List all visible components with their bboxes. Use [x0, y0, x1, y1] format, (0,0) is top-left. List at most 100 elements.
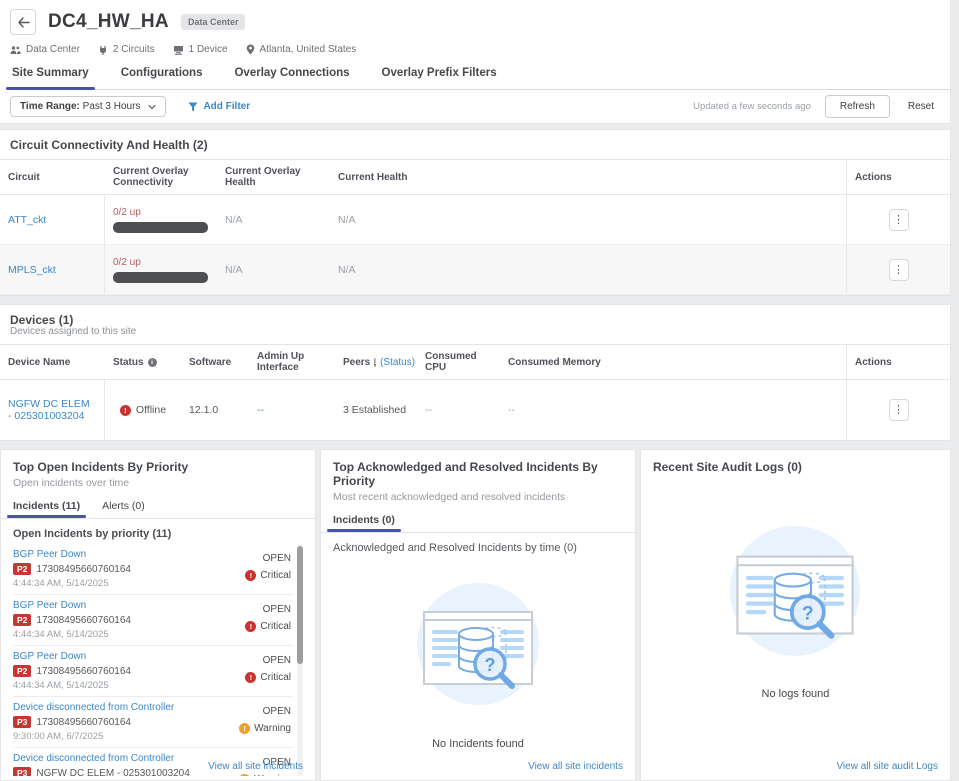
circuit-link[interactable]: MPLS_ckt	[8, 264, 96, 276]
severity-dot-icon: !	[245, 672, 256, 683]
info-icon[interactable]: i	[374, 358, 376, 367]
svg-text:?: ?	[802, 604, 814, 625]
resolved-list-title: Acknowledged and Resolved Incidents by t…	[333, 542, 623, 554]
incident-title-link[interactable]: BGP Peer Down	[13, 651, 131, 662]
device-icon	[173, 45, 184, 55]
priority-badge: P2	[13, 614, 31, 626]
circuits-table-header: Circuit Current Overlay Connectivity Cur…	[0, 159, 950, 195]
svg-text:?: ?	[484, 655, 495, 675]
refresh-button[interactable]: Refresh	[825, 95, 890, 118]
peers-status-link[interactable]: (Status)	[380, 357, 415, 368]
device-software: 12.1.0	[181, 380, 249, 440]
meta-location: Atlanta, United States	[246, 44, 357, 55]
incident-list-item: BGP Peer Down P2 17308495660760164 4:44:…	[13, 646, 293, 697]
tab-configurations[interactable]: Configurations	[119, 67, 205, 89]
device-link[interactable]: NGFW DC ELEM - 025301003204	[8, 398, 96, 422]
incident-title-link[interactable]: Device disconnected from Controller	[13, 753, 190, 764]
severity-dot-icon: !	[245, 570, 256, 581]
circuit-link[interactable]: ATT_ckt	[8, 214, 96, 226]
tab-overlay-connections[interactable]: Overlay Connections	[232, 67, 351, 89]
filter-toolbar: Time Range: Past 3 Hours Add Filter Upda…	[0, 90, 951, 124]
admin-up-interface-value[interactable]: --	[257, 404, 327, 416]
empty-state-text: No Incidents found	[432, 738, 524, 750]
priority-badge: P2	[13, 665, 31, 677]
updated-status-text: Updated a few seconds ago	[693, 101, 811, 112]
incident-state: OPEN	[219, 655, 291, 666]
severity-dot-icon: !	[239, 774, 250, 776]
device-status: Offline	[136, 404, 166, 416]
tab-incidents[interactable]: Incidents (11)	[13, 500, 80, 518]
priority-badge: P3	[13, 767, 31, 776]
meta-circuits: 2 Circuits	[98, 44, 155, 55]
connectivity-bar	[113, 272, 208, 283]
incident-state: OPEN	[219, 553, 291, 564]
incident-severity: ! Warning	[219, 723, 291, 734]
devices-section: Devices (1) Devices assigned to this sit…	[0, 304, 951, 441]
panel-subtitle: Most recent acknowledged and resolved in…	[333, 491, 623, 503]
tab-overlay-prefix-filters[interactable]: Overlay Prefix Filters	[380, 67, 499, 89]
empty-state-text: No logs found	[762, 688, 830, 700]
incident-severity: ! Critical	[219, 672, 291, 683]
table-row-circuit-mpls: MPLS_ckt 0/2 up N/A N/A ⋮	[0, 245, 950, 295]
device-memory: --	[500, 380, 846, 440]
incident-id: 17308495660760164	[36, 564, 131, 575]
empty-state-illustration: ?	[398, 572, 558, 722]
offline-status-icon: !	[120, 405, 131, 416]
row-actions-kebab-button[interactable]: ⋮	[889, 209, 909, 231]
location-pin-icon	[246, 44, 255, 55]
devices-table-header: Device Name Statusi Software Admin Up In…	[0, 344, 950, 380]
incident-timestamp: 4:44:34 AM, 5/14/2025	[13, 578, 131, 589]
priority-badge: P3	[13, 716, 31, 728]
panel-title: Top Acknowledged and Resolved Incidents …	[333, 460, 623, 488]
back-button[interactable]	[10, 9, 36, 35]
view-all-incidents-link[interactable]: View all site incidents	[208, 761, 303, 772]
circuits-section-title: Circuit Connectivity And Health (2)	[0, 130, 950, 159]
incident-list-title: Open Incidents by priority (11)	[13, 528, 303, 540]
add-filter-button[interactable]: Add Filter	[188, 101, 250, 112]
incident-title-link[interactable]: BGP Peer Down	[13, 600, 131, 611]
incident-timestamp: 4:44:34 AM, 5/14/2025	[13, 680, 131, 691]
incidents-alerts-tabs: Incidents (11) Alerts (0)	[13, 500, 303, 518]
severity-dot-icon: !	[239, 723, 250, 734]
tab-alerts[interactable]: Alerts (0)	[102, 500, 145, 518]
row-actions-kebab-button[interactable]: ⋮	[889, 259, 909, 281]
tab-site-summary[interactable]: Site Summary	[10, 67, 91, 89]
reset-button[interactable]: Reset	[904, 96, 938, 117]
circuits-icon	[98, 45, 108, 55]
table-row-circuit-att: ATT_ckt 0/2 up N/A N/A ⋮	[0, 195, 950, 245]
meta-site-type: Data Center	[10, 44, 80, 55]
table-row-device: NGFW DC ELEM - 025301003204 ! Offline 12.…	[0, 380, 950, 440]
priority-badge: P2	[13, 563, 31, 575]
audit-logs-panel: Recent Site Audit Logs (0)	[640, 449, 951, 781]
incidents-tabs: Incidents (0)	[333, 514, 623, 532]
time-range-dropdown[interactable]: Time Range: Past 3 Hours	[10, 96, 166, 117]
incident-title-link[interactable]: BGP Peer Down	[13, 549, 131, 560]
view-all-audit-logs-link[interactable]: View all site audit Logs	[836, 761, 938, 772]
open-incidents-panel: Top Open Incidents By Priority Open inci…	[0, 449, 316, 781]
resolved-incidents-panel: Top Acknowledged and Resolved Incidents …	[320, 449, 636, 781]
connectivity-value: 0/2 up	[113, 257, 209, 268]
incident-id: 17308495660760164	[36, 666, 131, 677]
row-actions-kebab-button[interactable]: ⋮	[889, 399, 909, 421]
scrollbar-track[interactable]	[297, 544, 303, 776]
connectivity-bar	[113, 222, 208, 233]
empty-state-illustration: ?	[709, 514, 881, 674]
panel-title: Top Open Incidents By Priority	[13, 460, 303, 474]
incident-list-item: Device disconnected from Controller P3 1…	[13, 697, 293, 748]
info-icon[interactable]: i	[148, 358, 157, 367]
site-type-badge: Data Center	[181, 14, 246, 30]
incident-timestamp: 9:30:00 AM, 6/7/2025	[13, 731, 174, 742]
incident-state: OPEN	[219, 706, 291, 717]
site-meta: Data Center 2 Circuits 1 Device Atlanta,…	[10, 44, 950, 55]
incident-id: 17308495660760164	[36, 615, 131, 626]
incident-state: OPEN	[219, 604, 291, 615]
view-all-incidents-link[interactable]: View all site incidents	[528, 761, 623, 772]
site-type-icon	[10, 45, 21, 55]
meta-devices: 1 Device	[173, 44, 228, 55]
incident-id: NGFW DC ELEM - 025301003204	[36, 768, 189, 777]
scrollbar-thumb[interactable]	[297, 546, 303, 664]
incident-timestamp: 4:44:34 AM, 5/14/2025	[13, 629, 131, 640]
incident-title-link[interactable]: Device disconnected from Controller	[13, 702, 174, 713]
device-cpu: --	[417, 380, 500, 440]
tab-incidents[interactable]: Incidents (0)	[333, 514, 395, 532]
